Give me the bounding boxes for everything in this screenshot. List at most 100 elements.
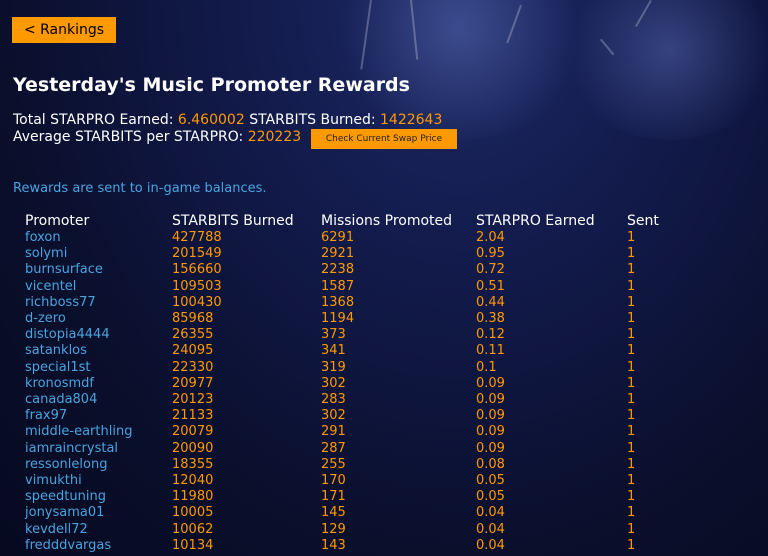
average-value: 220223 — [247, 129, 302, 145]
starbits-burned-cell: 100430 — [172, 294, 222, 310]
sent-cell: 1 — [627, 327, 636, 343]
starbits-burned-cell: 85968 — [172, 311, 214, 327]
sent-cell: 1 — [627, 246, 636, 262]
sent-cell: 1 — [627, 424, 636, 440]
table-row: solymi 201549 2921 0.95 1 — [25, 246, 677, 262]
starpro-earned-cell: 0.95 — [476, 246, 505, 262]
promoter-link[interactable]: kronosmdf — [25, 376, 94, 391]
sent-cell: 1 — [627, 537, 636, 553]
promoter-cell: distopia4444 — [25, 327, 172, 343]
promoter-link[interactable]: middle-earthling — [25, 424, 132, 439]
starbits-burned-cell: 427788 — [172, 230, 222, 245]
sent-cell: 1 — [627, 392, 636, 408]
sent-cell: 1 — [627, 456, 636, 472]
starbits-burned-cell: 156660 — [172, 262, 222, 278]
table-row: special1st 22330 319 0.1 1 — [25, 360, 677, 376]
starbits-burned-cell: 22330 — [172, 359, 214, 375]
promoter-cell: special1st — [25, 360, 172, 376]
starbits-burned-cell: 21133 — [172, 408, 214, 424]
promoter-cell: foxon — [25, 230, 172, 246]
promoter-cell: burnsurface — [25, 262, 172, 278]
promoter-link[interactable]: burnsurface — [25, 262, 103, 277]
missions-promoted-cell: 129 — [321, 521, 346, 537]
promoter-link[interactable]: richboss77 — [25, 295, 96, 310]
sent-cell: 1 — [627, 521, 636, 537]
sent-cell: 1 — [627, 262, 636, 278]
total-starpro-label: Total STARPRO Earned: — [13, 112, 174, 128]
starbits-burned-cell: 20977 — [172, 375, 214, 391]
table-row: frax97 21133 302 0.09 1 — [25, 408, 677, 424]
sent-cell: 1 — [627, 294, 636, 310]
promoter-link[interactable]: kevdell72 — [25, 522, 88, 537]
promoter-cell: frax97 — [25, 408, 172, 424]
table-row: jonysama01 10005 145 0.04 1 — [25, 505, 677, 521]
starbits-burned-cell: 12040 — [172, 473, 214, 489]
check-swap-price-button[interactable]: Check Current Swap Price — [311, 129, 457, 149]
promoter-cell: fredddvargas — [25, 538, 172, 554]
starbits-burned-cell: 18355 — [172, 456, 214, 472]
promoter-link[interactable]: special1st — [25, 360, 91, 375]
promoter-cell: richboss77 — [25, 295, 172, 311]
missions-promoted-cell: 291 — [321, 424, 346, 440]
table-row: burnsurface 156660 2238 0.72 1 — [25, 262, 677, 278]
table-header-row: Promoter STARBITS Burned Missions Promot… — [25, 212, 677, 230]
promoter-link[interactable]: ressonlelong — [25, 457, 107, 472]
promoter-link[interactable]: speedtuning — [25, 489, 106, 504]
average-label: Average STARBITS per STARPRO: — [13, 129, 244, 145]
missions-promoted-cell: 255 — [321, 456, 346, 472]
starbits-burned-cell: 10062 — [172, 521, 214, 537]
promoter-cell: canada804 — [25, 392, 172, 408]
header-starbits-burned: STARBITS Burned — [172, 213, 294, 229]
starbits-burned-cell: 20090 — [172, 440, 214, 456]
missions-promoted-cell: 2921 — [321, 246, 355, 262]
missions-promoted-cell: 341 — [321, 343, 346, 359]
promoter-link[interactable]: vimukthi — [25, 473, 82, 488]
header-promoter: Promoter — [25, 213, 90, 229]
sent-cell: 1 — [627, 408, 636, 424]
starbits-burned-cell: 24095 — [172, 343, 214, 359]
starpro-earned-cell: 0.12 — [476, 327, 505, 343]
missions-promoted-cell: 2238 — [321, 262, 355, 278]
back-button-label: < Rankings — [23, 22, 105, 38]
sent-cell: 1 — [627, 230, 636, 245]
promoter-link[interactable]: vicentel — [25, 279, 76, 294]
back-to-rankings-button[interactable]: < Rankings — [12, 17, 116, 43]
table-row: canada804 20123 283 0.09 1 — [25, 392, 677, 408]
sent-cell: 1 — [627, 343, 636, 359]
starpro-earned-cell: 0.38 — [476, 311, 505, 327]
header-starpro-earned: STARPRO Earned — [476, 213, 595, 229]
table-row: kevdell72 10062 129 0.04 1 — [25, 522, 677, 538]
starpro-earned-cell: 0.1 — [476, 359, 497, 375]
starpro-earned-cell: 2.04 — [476, 230, 505, 245]
promoter-link[interactable]: fredddvargas — [25, 538, 111, 553]
sent-cell: 1 — [627, 375, 636, 391]
promoter-link[interactable]: foxon — [25, 230, 61, 245]
starbits-burned-cell: 10005 — [172, 505, 214, 521]
promoter-link[interactable]: frax97 — [25, 408, 67, 423]
starpro-earned-cell: 0.72 — [476, 262, 505, 278]
total-starpro-value: 6.460002 — [177, 112, 245, 128]
sent-cell: 1 — [627, 311, 636, 327]
promoter-link[interactable]: d-zero — [25, 311, 66, 326]
starbits-burned-cell: 10134 — [172, 537, 214, 553]
summary-line-totals: Total STARPRO Earned: 6.460002 STARBITS … — [13, 112, 442, 129]
sent-cell: 1 — [627, 489, 636, 505]
starpro-earned-cell: 0.04 — [476, 505, 505, 521]
promoter-link[interactable]: satanklos — [25, 343, 87, 358]
starpro-earned-cell: 0.05 — [476, 489, 505, 505]
table-row: middle-earthling 20079 291 0.09 1 — [25, 424, 677, 440]
table-row: richboss77 100430 1368 0.44 1 — [25, 295, 677, 311]
promoter-link[interactable]: distopia4444 — [25, 327, 110, 342]
promoter-link[interactable]: jonysama01 — [25, 505, 104, 520]
starpro-earned-cell: 0.04 — [476, 537, 505, 553]
missions-promoted-cell: 283 — [321, 392, 346, 408]
table-row: satanklos 24095 341 0.11 1 — [25, 343, 677, 359]
starpro-earned-cell: 0.09 — [476, 392, 505, 408]
promoter-link[interactable]: canada804 — [25, 392, 97, 407]
starbits-burned-cell: 201549 — [172, 246, 222, 262]
promoter-link[interactable]: iamraincrystal — [25, 441, 118, 456]
promoter-link[interactable]: solymi — [25, 246, 67, 261]
promoter-cell: d-zero — [25, 311, 172, 327]
starpro-earned-cell: 0.05 — [476, 473, 505, 489]
promoter-cell: solymi — [25, 246, 172, 262]
